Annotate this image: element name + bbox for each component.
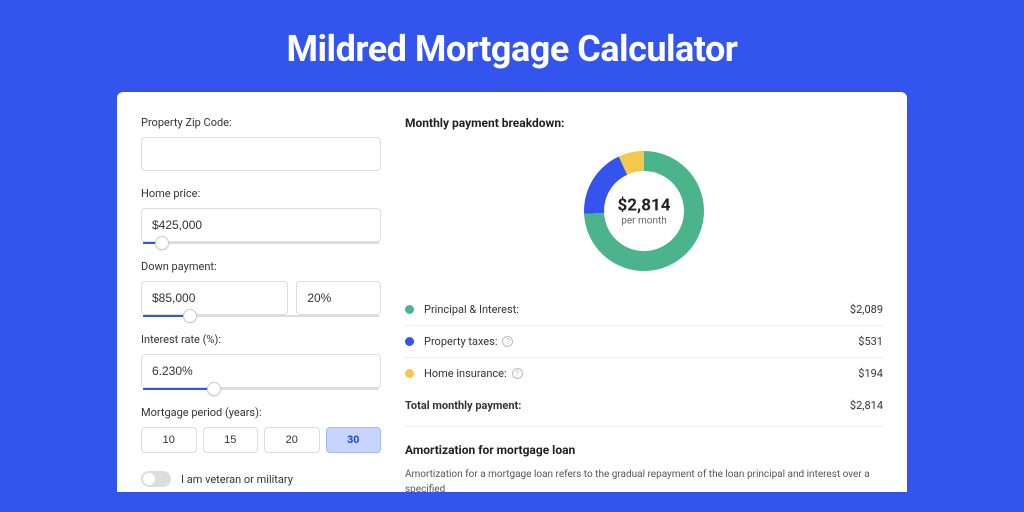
breakdown-column: Monthly payment breakdown: $2,814 per mo… <box>405 116 883 492</box>
interest-slider-thumb[interactable] <box>207 382 221 396</box>
zip-label: Property Zip Code: <box>141 116 381 129</box>
amortization-section: Amortization for mortgage loan Amortizat… <box>405 426 883 497</box>
zip-field-group: Property Zip Code: <box>141 116 381 171</box>
donut-sub: per month <box>618 216 671 227</box>
home-price-label: Home price: <box>141 187 381 200</box>
breakdown-list: Principal & Interest:$2,089Property taxe… <box>405 294 883 389</box>
home-price-slider-thumb[interactable] <box>155 236 169 250</box>
breakdown-label: Principal & Interest: <box>424 303 850 316</box>
breakdown-value: $194 <box>858 367 883 380</box>
breakdown-value: $2,089 <box>850 303 883 316</box>
breakdown-title: Monthly payment breakdown: <box>405 116 883 130</box>
page-title: Mildred Mortgage Calculator <box>0 0 1024 92</box>
down-payment-label: Down payment: <box>141 260 381 273</box>
veteran-toggle[interactable] <box>141 471 171 487</box>
down-payment-slider-thumb[interactable] <box>183 309 197 323</box>
total-label: Total monthly payment: <box>405 399 850 412</box>
breakdown-label: Property taxes:? <box>424 335 858 348</box>
donut-chart: $2,814 per month <box>579 146 709 276</box>
interest-slider-fill <box>143 388 214 390</box>
period-label: Mortgage period (years): <box>141 406 381 419</box>
breakdown-value: $531 <box>858 335 883 348</box>
breakdown-label: Home insurance:? <box>424 367 858 380</box>
legend-dot <box>405 337 414 346</box>
period-btn-15[interactable]: 15 <box>203 427 259 453</box>
veteran-toggle-row: I am veteran or military <box>141 471 381 487</box>
interest-slider[interactable] <box>143 388 379 390</box>
down-payment-slider[interactable] <box>143 315 379 317</box>
calculator-card: Property Zip Code: Home price: Down paym… <box>117 92 907 492</box>
period-btn-30[interactable]: 30 <box>326 427 382 453</box>
breakdown-row: Property taxes:?$531 <box>405 326 883 358</box>
down-payment-field-group: Down payment: <box>141 260 381 317</box>
interest-input[interactable] <box>141 354 381 388</box>
donut-center: $2,814 per month <box>618 196 671 227</box>
home-price-field-group: Home price: <box>141 187 381 244</box>
down-payment-amount-input[interactable] <box>141 281 288 315</box>
info-icon[interactable]: ? <box>512 368 523 379</box>
total-value: $2,814 <box>850 399 883 412</box>
period-field-group: Mortgage period (years): 10152030 <box>141 406 381 453</box>
donut-chart-wrap: $2,814 per month <box>405 146 883 276</box>
home-price-input[interactable] <box>141 208 381 242</box>
interest-field-group: Interest rate (%): <box>141 333 381 390</box>
amortization-text: Amortization for a mortgage loan refers … <box>405 467 883 497</box>
donut-value: $2,814 <box>618 196 671 216</box>
legend-dot <box>405 369 414 378</box>
total-row: Total monthly payment: $2,814 <box>405 389 883 426</box>
amortization-title: Amortization for mortgage loan <box>405 443 883 457</box>
down-payment-pct-input[interactable] <box>296 281 381 315</box>
zip-input[interactable] <box>141 137 381 171</box>
period-btn-10[interactable]: 10 <box>141 427 197 453</box>
period-btn-20[interactable]: 20 <box>264 427 320 453</box>
veteran-label: I am veteran or military <box>181 473 293 486</box>
breakdown-row: Principal & Interest:$2,089 <box>405 294 883 326</box>
interest-label: Interest rate (%): <box>141 333 381 346</box>
info-icon[interactable]: ? <box>502 336 513 347</box>
form-column: Property Zip Code: Home price: Down paym… <box>141 116 381 492</box>
home-price-slider[interactable] <box>143 242 379 244</box>
breakdown-row: Home insurance:?$194 <box>405 358 883 389</box>
period-options: 10152030 <box>141 427 381 453</box>
legend-dot <box>405 305 414 314</box>
